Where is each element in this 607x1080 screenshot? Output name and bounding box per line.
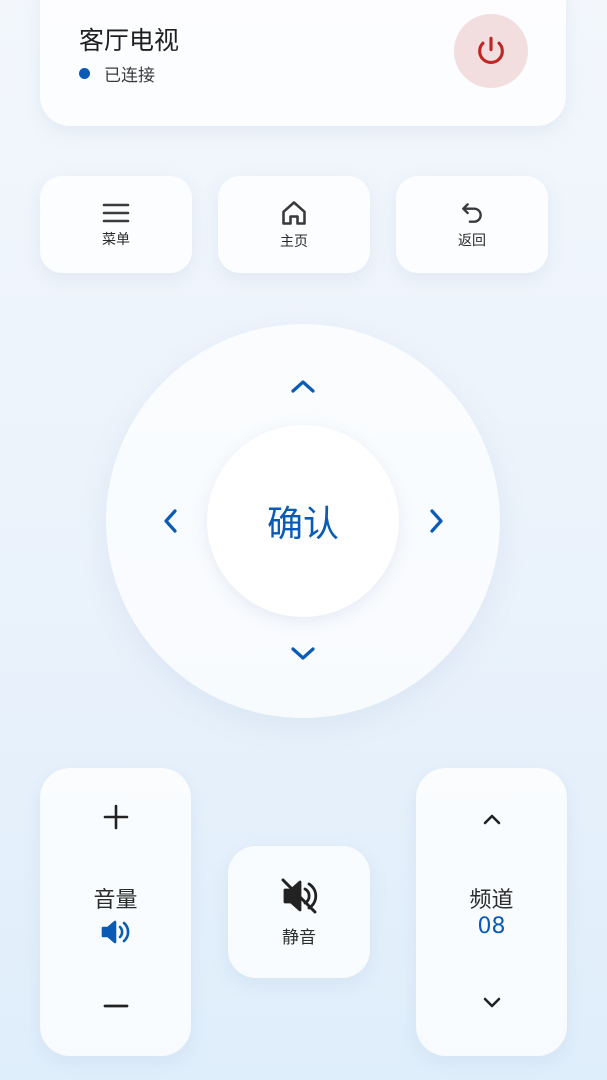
menu-button[interactable]: 菜单 — [40, 176, 192, 273]
device-header-card: 客厅电视 已连接 — [40, 0, 566, 126]
chevron-down-icon — [483, 997, 500, 1008]
volume-control: 音量 — [40, 768, 191, 1056]
back-button[interactable]: 返回 — [396, 176, 548, 273]
chevron-right-icon — [430, 509, 443, 533]
plus-icon — [103, 804, 128, 830]
down-button[interactable] — [283, 634, 323, 674]
status-text: 已连接 — [104, 66, 155, 86]
volume-up-button[interactable] — [40, 804, 191, 830]
direction-pad: 确认 — [106, 324, 500, 718]
status-dot — [79, 68, 90, 79]
volume-down-button[interactable] — [40, 1003, 191, 1009]
back-icon — [462, 202, 482, 223]
chevron-up-icon — [291, 380, 315, 393]
channel-down-button[interactable] — [416, 996, 567, 1010]
channel-up-button[interactable] — [416, 812, 567, 826]
home-button[interactable]: 主页 — [218, 176, 370, 273]
minus-icon — [103, 1004, 128, 1008]
menu-label: 菜单 — [102, 231, 130, 248]
mute-button[interactable]: 静音 — [228, 846, 370, 978]
chevron-left-icon — [164, 509, 177, 533]
up-button[interactable] — [283, 366, 323, 406]
right-button[interactable] — [417, 501, 457, 541]
power-button[interactable] — [454, 14, 528, 88]
power-icon — [478, 36, 504, 64]
channel-control: 频道 08 — [416, 768, 567, 1056]
volume-label: 音量 — [93, 888, 138, 913]
volume-indicator — [40, 918, 191, 946]
ok-button[interactable]: 确认 — [207, 425, 399, 617]
connection-status: 已连接 — [79, 61, 155, 86]
chevron-up-icon — [483, 814, 500, 825]
channel-label: 频道 — [469, 888, 514, 913]
left-button[interactable] — [150, 501, 190, 541]
home-label: 主页 — [280, 233, 308, 250]
menu-icon — [102, 203, 130, 222]
device-title: 客厅电视 — [79, 26, 180, 55]
chevron-down-icon — [291, 647, 315, 660]
back-label: 返回 — [458, 232, 486, 249]
mute-label: 静音 — [282, 927, 316, 948]
home-icon — [282, 200, 306, 225]
speaker-icon — [101, 920, 129, 944]
channel-number: 08 — [477, 914, 506, 939]
mute-icon — [281, 878, 318, 913]
